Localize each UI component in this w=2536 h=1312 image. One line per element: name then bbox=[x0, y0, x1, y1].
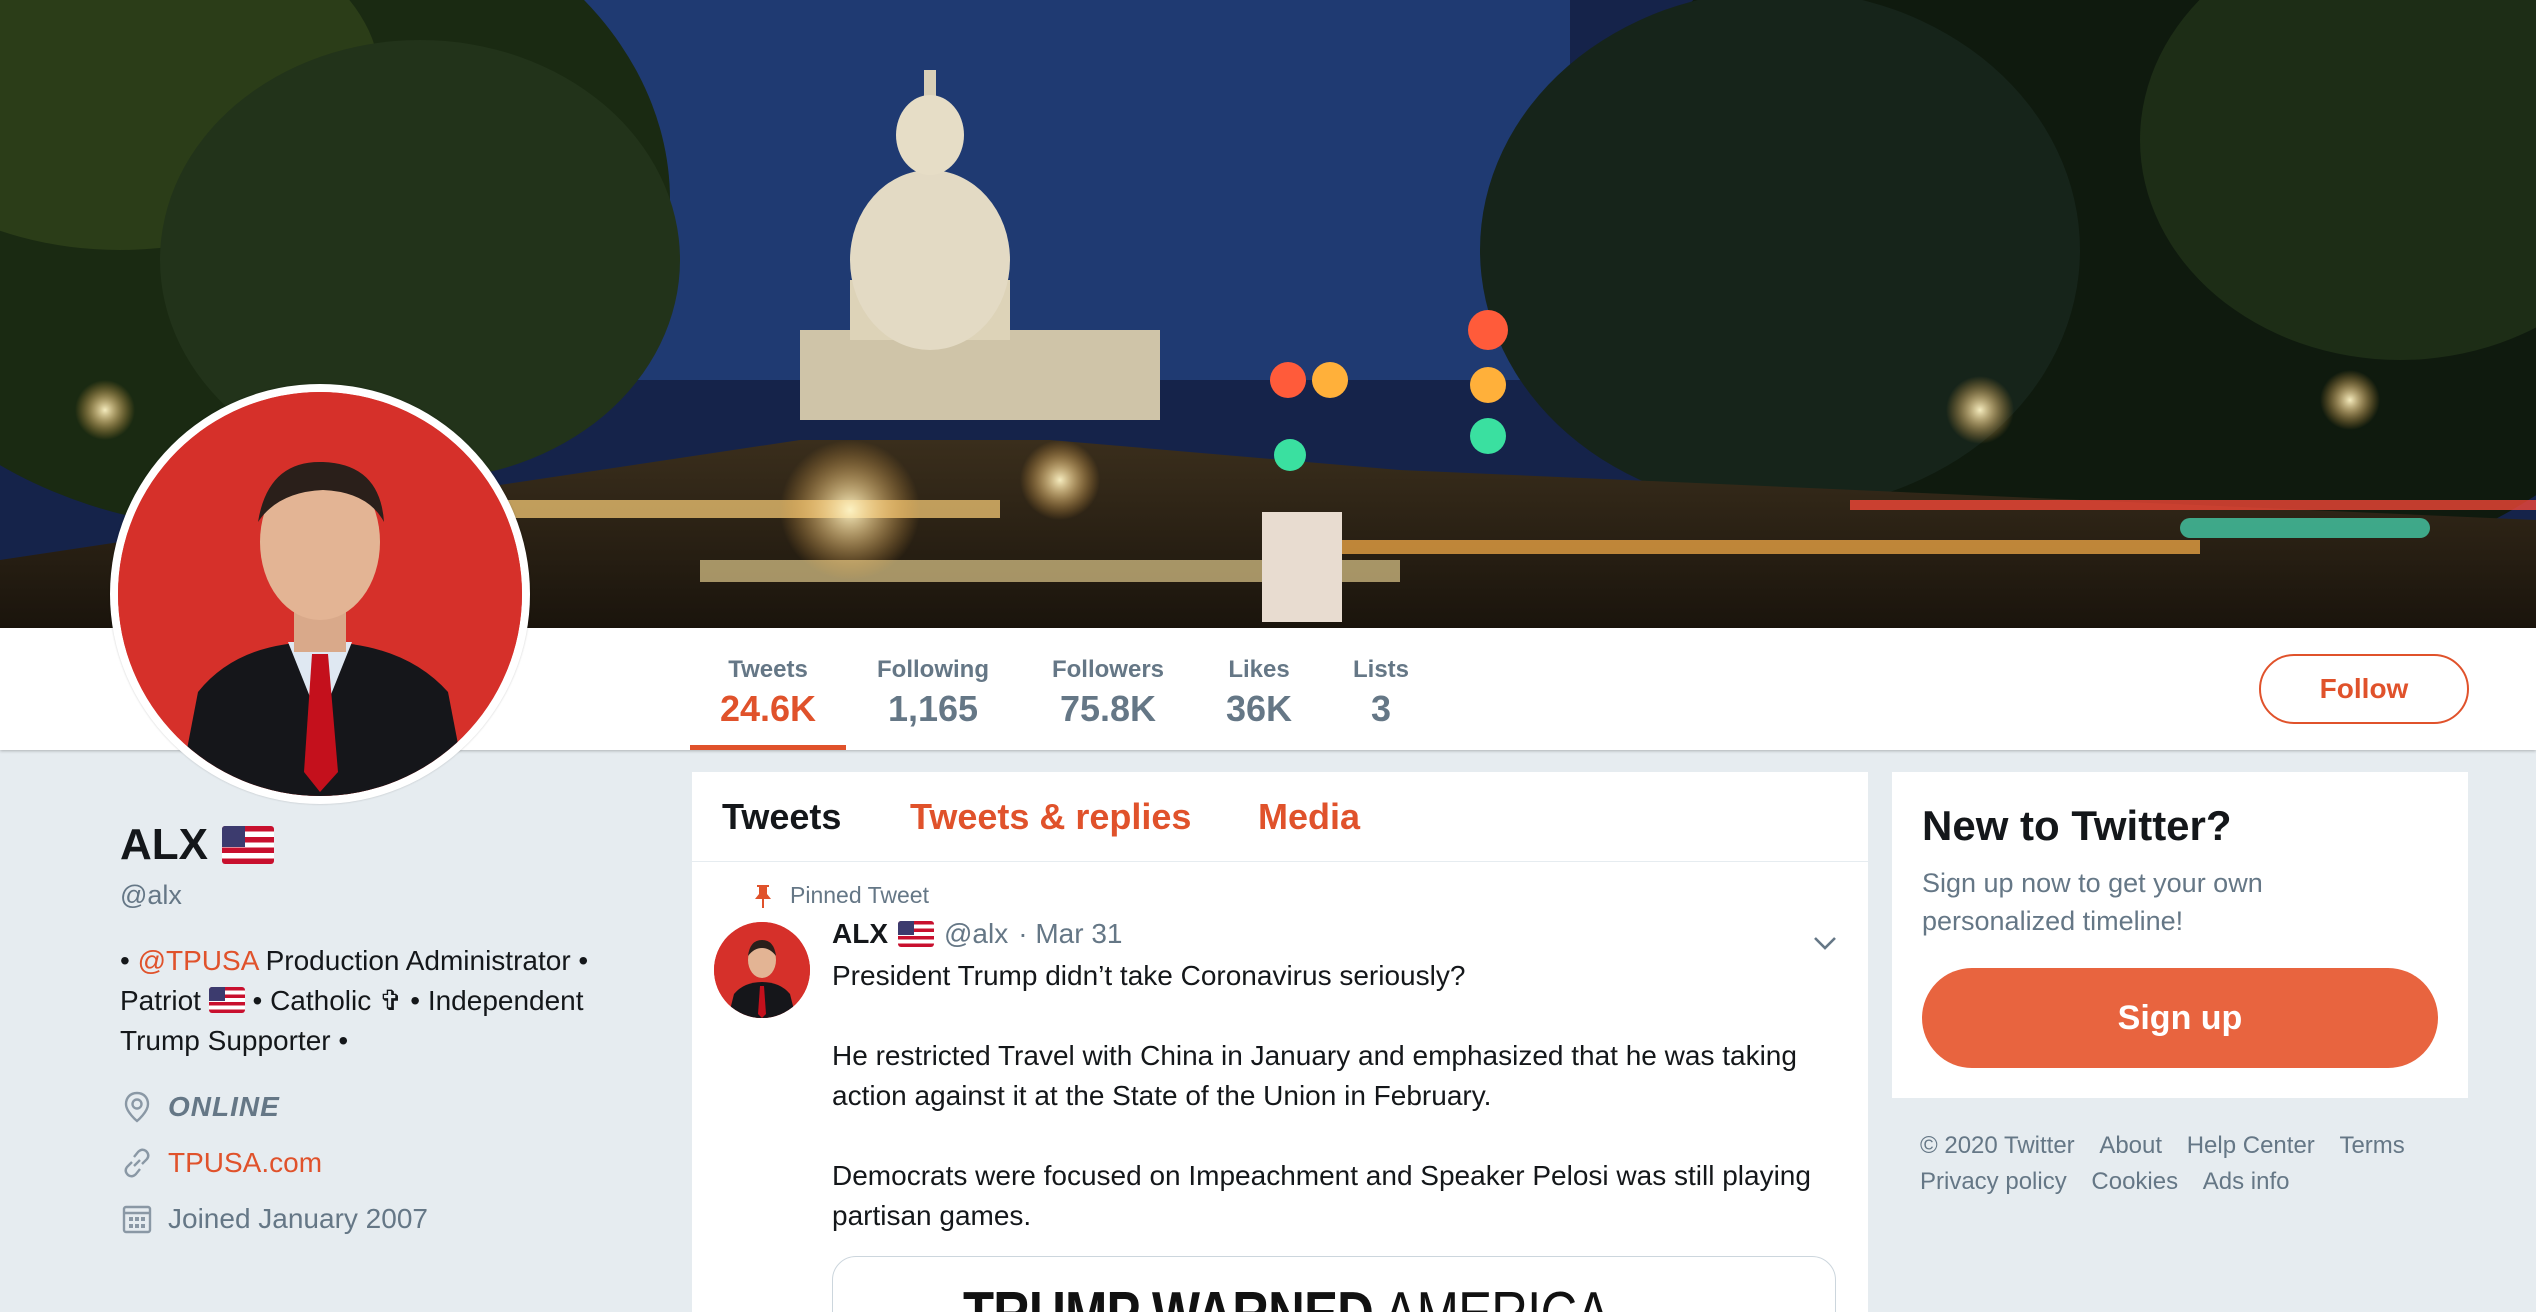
footer-link-terms[interactable]: Terms bbox=[2339, 1128, 2404, 1164]
card-headline: TRUMP WARNED AMERICA bbox=[963, 1279, 1611, 1312]
tweet-author-name[interactable]: ALX bbox=[832, 918, 888, 950]
location-pin-icon bbox=[124, 1091, 150, 1123]
profile-name-row: ALX bbox=[120, 820, 660, 870]
profile-name: ALX bbox=[120, 820, 208, 869]
chevron-down-icon[interactable] bbox=[1810, 928, 1840, 958]
timeline-tabs: Tweets Tweets & replies Media bbox=[692, 772, 1868, 862]
tweet-media-card[interactable]: TRUMP WARNED AMERICA bbox=[832, 1256, 1836, 1312]
tab-media[interactable]: Media bbox=[1258, 796, 1360, 838]
tab-tweets-replies[interactable]: Tweets & replies bbox=[910, 796, 1191, 838]
bio-text: Trump Supporter • bbox=[120, 1025, 349, 1056]
stat-label: Lists bbox=[1352, 656, 1409, 683]
timeline: Tweets Tweets & replies Media Pinned Twe… bbox=[692, 772, 1868, 1312]
signup-subtitle: Sign up now to get your own personalized… bbox=[1922, 868, 2263, 936]
joined-text: Joined January 2007 bbox=[168, 1203, 428, 1234]
link-icon bbox=[124, 1148, 150, 1178]
tweet-avatar[interactable] bbox=[714, 922, 810, 1018]
stat-label: Followers bbox=[1051, 656, 1165, 683]
website-link[interactable]: TPUSA.com bbox=[168, 1147, 322, 1179]
calendar-icon bbox=[122, 1205, 152, 1234]
pinned-tweet-label: Pinned Tweet bbox=[755, 882, 929, 909]
tab-tweets[interactable]: Tweets bbox=[722, 796, 841, 838]
tweet-author-handle[interactable]: @alx bbox=[944, 918, 1008, 950]
stat-lists[interactable]: Lists 3 bbox=[1350, 628, 1412, 750]
signup-module: New to Twitter? Sign up now to get your … bbox=[1892, 772, 2468, 1098]
bio-mention-link[interactable]: @TPUSA bbox=[138, 945, 258, 976]
bio-text: Production Administrator • bbox=[257, 945, 589, 976]
bio-bullet: • bbox=[120, 945, 138, 976]
profile-avatar[interactable] bbox=[110, 384, 530, 804]
stat-value: 36K bbox=[1225, 688, 1293, 729]
card-headline-light: AMERICA bbox=[1373, 1280, 1611, 1312]
stat-label: Following bbox=[877, 656, 989, 683]
footer-link-help-center[interactable]: Help Center bbox=[2187, 1128, 2315, 1164]
stat-value: 3 bbox=[1370, 688, 1392, 729]
footer-link-about[interactable]: About bbox=[2099, 1128, 2162, 1164]
footer-copyright: © 2020 Twitter bbox=[1920, 1132, 2075, 1159]
footer-link-ads-info[interactable]: Ads info bbox=[2203, 1164, 2290, 1200]
stat-value: 24.6K bbox=[719, 688, 817, 729]
footer-link-privacy-policy[interactable]: Privacy policy bbox=[1920, 1164, 2067, 1200]
avatar-photo bbox=[118, 392, 522, 796]
stat-tweets[interactable]: Tweets 24.6K bbox=[690, 628, 846, 750]
profile-handle: @alx bbox=[120, 880, 182, 910]
signup-button[interactable]: Sign up bbox=[1922, 968, 2438, 1068]
profile-card: ALX @alx • @TPUSA Production Administrat… bbox=[120, 820, 660, 1239]
profile-location: ONLINE bbox=[120, 1087, 660, 1127]
profile-bio: • @TPUSA Production Administrator • Patr… bbox=[120, 941, 640, 1061]
card-headline-bold: TRUMP WARNED bbox=[963, 1280, 1374, 1312]
footer-link-cookies[interactable]: Cookies bbox=[2091, 1164, 2178, 1200]
follow-button[interactable]: Follow bbox=[2259, 654, 2469, 724]
us-flag-icon bbox=[222, 826, 274, 864]
tweet-text: President Trump didn’t take Coronavirus … bbox=[832, 960, 1811, 1231]
stat-label: Likes bbox=[1228, 656, 1290, 683]
stat-likes[interactable]: Likes 36K bbox=[1222, 628, 1296, 750]
tweet-date[interactable]: · Mar 31 bbox=[1018, 918, 1122, 950]
stat-label: Tweets bbox=[728, 656, 808, 683]
stat-followers[interactable]: Followers 75.8K bbox=[1048, 628, 1168, 750]
footer-links: © 2020 Twitter About Help Center Terms P… bbox=[1920, 1128, 2460, 1200]
avatar-photo bbox=[714, 922, 810, 1018]
us-flag-icon bbox=[898, 921, 934, 947]
tweet-header: ALX @alx · Mar 31 bbox=[832, 918, 1122, 950]
bio-text: Patriot bbox=[120, 985, 209, 1016]
stat-value: 1,165 bbox=[887, 688, 979, 729]
pinned-text: Pinned Tweet bbox=[790, 882, 929, 908]
profile-website: TPUSA.com bbox=[120, 1143, 660, 1183]
signup-title: New to Twitter? bbox=[1922, 802, 2232, 849]
profile-joined: Joined January 2007 bbox=[120, 1199, 660, 1239]
bio-text: • Catholic ✞ • Independent bbox=[244, 985, 584, 1016]
stat-following[interactable]: Following 1,165 bbox=[872, 628, 994, 750]
stat-value: 75.8K bbox=[1059, 688, 1157, 729]
us-flag-icon bbox=[208, 987, 245, 1013]
pin-icon bbox=[755, 884, 771, 908]
location-text: ONLINE bbox=[168, 1091, 280, 1122]
